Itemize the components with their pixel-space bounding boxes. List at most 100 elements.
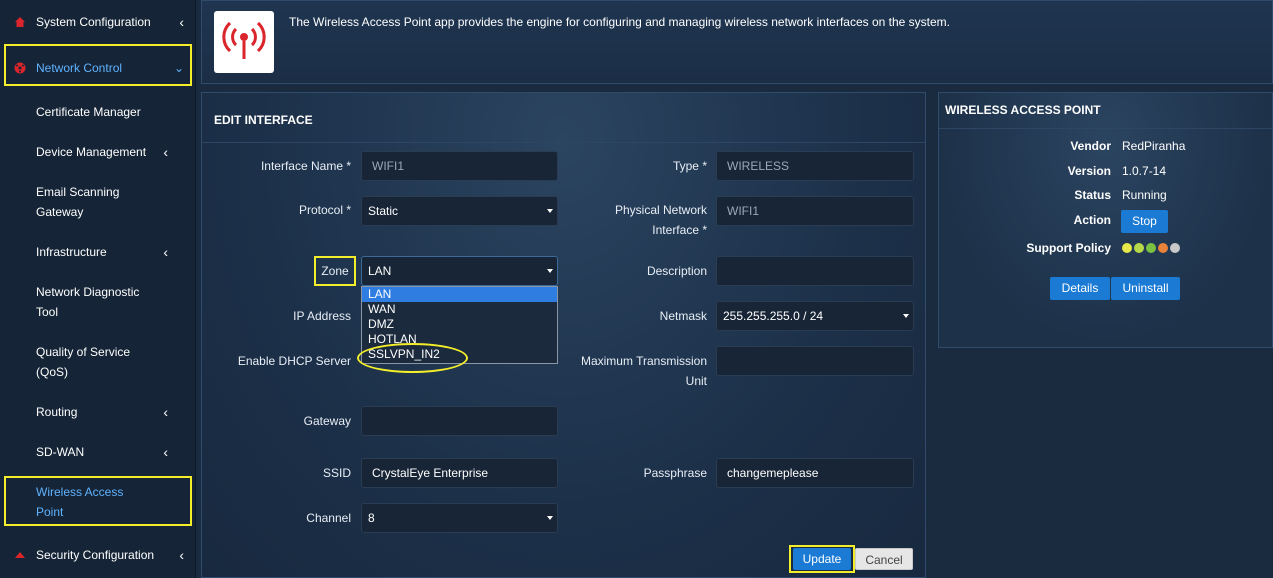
stop-button[interactable]: Stop — [1121, 210, 1168, 233]
sidebar-item-quality-of-service[interactable]: Quality of Service (QoS) — [0, 342, 196, 382]
panel-header: EDIT INTERFACE — [202, 93, 925, 143]
sidebar-item-label: SD-WAN — [36, 445, 85, 459]
sidebar-item-infrastructure[interactable]: Infrastructure ‹ — [0, 242, 196, 262]
channel-label: Channel — [306, 511, 351, 525]
ip-address-label: IP Address — [293, 309, 351, 323]
chevron-left-icon: ‹ — [163, 404, 168, 420]
mtu-label: Maximum Transmission Unit — [570, 351, 707, 391]
physical-network-interface-field[interactable]: WIFI1 — [716, 196, 914, 226]
zone-select-value: LAN — [368, 264, 392, 278]
caret-down-icon — [547, 516, 553, 520]
support-dot-4 — [1158, 243, 1168, 253]
type-label: Type * — [672, 159, 707, 173]
chevron-left-icon: ‹ — [163, 244, 168, 260]
sidebar-item-label-line2: Tool — [36, 305, 59, 319]
sidebar-item-device-management[interactable]: Device Management ‹ — [0, 142, 196, 162]
mtu-label-line1: Maximum Transmission — [580, 354, 707, 368]
caret-down-icon — [547, 209, 553, 213]
support-dot-2 — [1134, 243, 1144, 253]
zone-option-wan[interactable]: WAN — [362, 302, 557, 317]
type-field[interactable]: WIRELESS — [716, 151, 914, 181]
chevron-left-icon: ‹ — [179, 14, 184, 30]
support-dot-1 — [1122, 243, 1132, 253]
sidebar-item-label: Network Diagnostic — [36, 285, 140, 299]
interface-name-field[interactable]: WIFI1 — [361, 151, 558, 181]
caret-down-icon — [547, 269, 553, 273]
netmask-label: Netmask — [659, 309, 707, 323]
wireless-antenna-icon — [222, 21, 266, 59]
wireless-access-point-info-panel: WIRELESS ACCESS POINT Vendor RedPiranha … — [938, 92, 1273, 348]
sidebar-item-network-diagnostic-tool[interactable]: Network Diagnostic Tool — [0, 282, 196, 322]
sidebar-item-routing[interactable]: Routing ‹ — [0, 402, 196, 422]
app-banner: The Wireless Access Point app provides t… — [201, 0, 1273, 84]
status-label: Status — [1074, 188, 1111, 202]
channel-select[interactable]: 8 — [361, 503, 558, 533]
description-label: Description — [646, 264, 707, 278]
cancel-button[interactable]: Cancel — [855, 548, 913, 570]
sidebar-item-certificate-manager[interactable]: Certificate Manager — [0, 102, 196, 122]
security-icon — [15, 552, 25, 558]
protocol-select[interactable]: Static — [361, 196, 558, 226]
uninstall-button[interactable]: Uninstall — [1111, 277, 1180, 300]
highlight-box-update — [789, 545, 855, 573]
highlight-box-network-control — [4, 44, 192, 86]
home-icon — [15, 17, 25, 27]
zone-select[interactable]: LAN — [361, 256, 558, 286]
netmask-select-value: 255.255.255.0 / 24 — [723, 309, 824, 323]
sidebar-item-label: Security Configuration — [36, 548, 155, 562]
vendor-label: Vendor — [1070, 139, 1111, 153]
vendor-value: RedPiranha — [1122, 139, 1186, 153]
info-panel-divider — [939, 128, 1272, 129]
protocol-select-value: Static — [368, 204, 399, 218]
highlight-box-zone — [314, 256, 356, 286]
details-button[interactable]: Details — [1050, 277, 1110, 300]
panel-title: EDIT INTERFACE — [214, 113, 313, 127]
sidebar-item-label-line2: Gateway — [36, 205, 84, 219]
info-panel-title: WIRELESS ACCESS POINT — [945, 103, 1101, 117]
sidebar-item-sd-wan[interactable]: SD-WAN ‹ — [0, 442, 196, 462]
sidebar-item-label: Quality of Service — [36, 345, 131, 359]
version-value: 1.0.7-14 — [1122, 164, 1167, 178]
mtu-field[interactable] — [716, 346, 914, 376]
sidebar-item-email-scanning-gateway[interactable]: Email Scanning Gateway — [0, 182, 196, 222]
sidebar-item-security-configuration[interactable]: Security Configuration ‹ — [0, 545, 196, 565]
sidebar: System Configuration ‹ Network Control ⌄… — [0, 0, 196, 578]
passphrase-field[interactable]: changemeplease — [716, 458, 914, 488]
sidebar-item-label: Device Management — [36, 145, 147, 159]
zone-option-lan[interactable]: LAN — [362, 287, 557, 302]
ssid-field[interactable]: CrystalEye Enterprise — [361, 458, 558, 488]
app-icon-tile — [214, 11, 274, 73]
channel-select-value: 8 — [368, 511, 375, 525]
sidebar-item-label: System Configuration — [36, 15, 151, 29]
sidebar-item-label: Infrastructure — [36, 245, 107, 259]
physical-network-label-line1: Physical Network — [614, 203, 707, 217]
physical-network-interface-label: Physical Network Interface * — [570, 200, 707, 240]
chevron-left-icon: ‹ — [179, 547, 184, 563]
support-dot-5 — [1170, 243, 1180, 253]
sidebar-item-label: Email Scanning — [36, 185, 120, 199]
physical-network-label-line2: Interface * — [652, 223, 707, 237]
netmask-select[interactable]: 255.255.255.0 / 24 — [716, 301, 914, 331]
chevron-left-icon: ‹ — [163, 444, 168, 460]
action-label: Action — [1073, 213, 1111, 227]
highlight-box-wireless-access-point — [4, 476, 192, 526]
highlight-ellipse-sslvpn — [357, 343, 468, 373]
status-value: Running — [1122, 188, 1167, 202]
protocol-label: Protocol * — [298, 203, 351, 217]
caret-down-icon — [903, 314, 909, 318]
sidebar-item-label-line2: (QoS) — [36, 365, 69, 379]
version-label: Version — [1067, 164, 1111, 178]
sidebar-item-system-configuration[interactable]: System Configuration ‹ — [0, 12, 196, 32]
passphrase-label: Passphrase — [643, 466, 707, 480]
mtu-label-line2: Unit — [685, 374, 707, 388]
description-field[interactable] — [716, 256, 914, 286]
gateway-field[interactable] — [361, 406, 558, 436]
ssid-label: SSID — [322, 466, 351, 480]
zone-option-dmz[interactable]: DMZ — [362, 317, 557, 332]
app-description: The Wireless Access Point app provides t… — [289, 15, 951, 29]
sidebar-item-label: Routing — [36, 405, 78, 419]
sidebar-item-label: Certificate Manager — [36, 105, 141, 119]
enable-dhcp-server-label: Enable DHCP Server — [237, 354, 351, 368]
support-policy-label: Support Policy — [1026, 241, 1111, 255]
support-dot-3 — [1146, 243, 1156, 253]
